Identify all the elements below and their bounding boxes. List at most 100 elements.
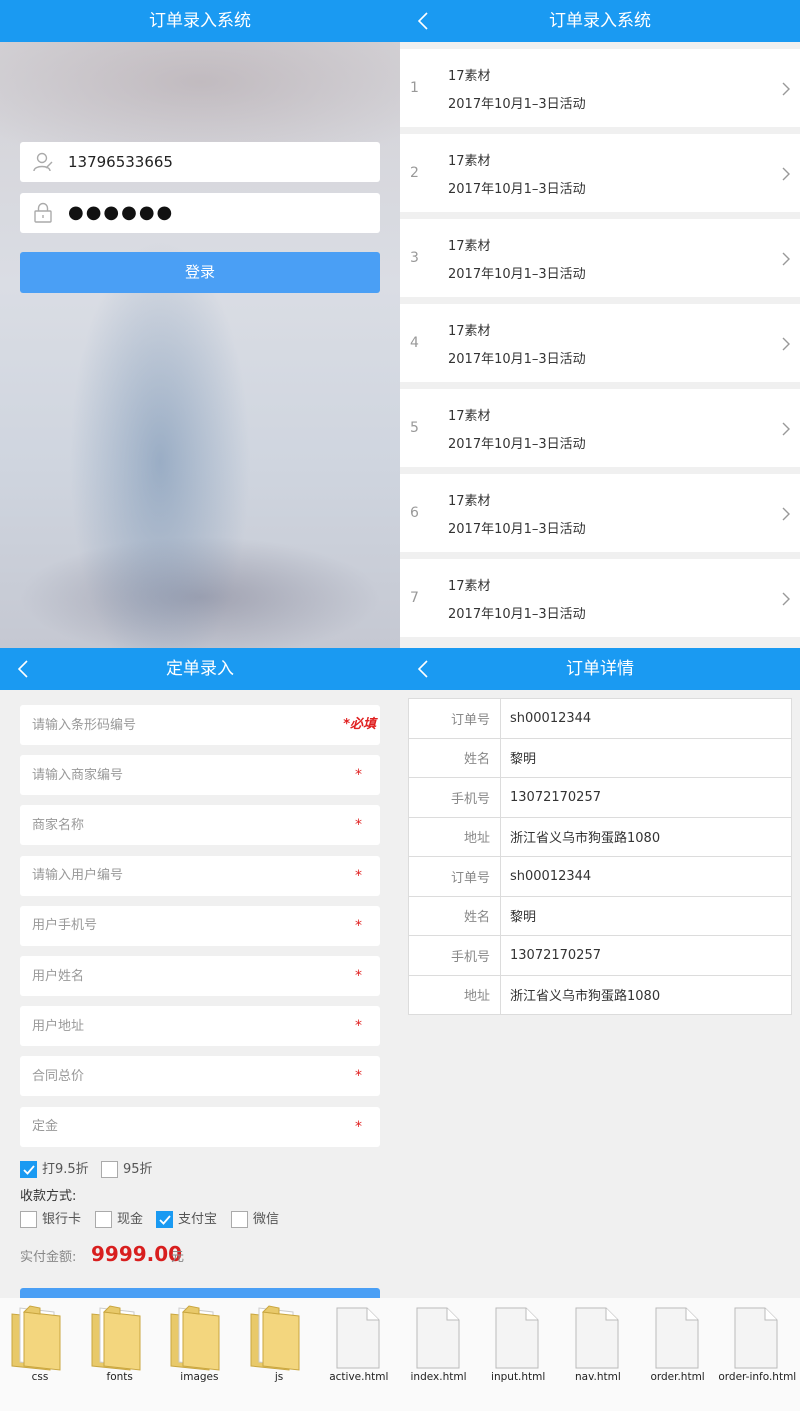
file-icon xyxy=(488,1304,544,1376)
required-mark: * xyxy=(355,1118,362,1135)
discount-95off-checkbox[interactable] xyxy=(101,1161,118,1178)
chevron-right-icon xyxy=(782,506,790,525)
row-key: 姓名 xyxy=(408,737,501,778)
row-key: 手机号 xyxy=(408,935,501,976)
row-key: 手机号 xyxy=(408,777,501,818)
form-input[interactable] xyxy=(20,1056,320,1097)
file-name: nav.html xyxy=(575,1371,621,1383)
amount-unit: 元 xyxy=(171,1250,185,1265)
file-item[interactable]: css xyxy=(0,1298,80,1411)
list-item[interactable]: 3 17素材 2017年10月1–3日活动 xyxy=(400,219,800,297)
pay-cash-label: 现金 xyxy=(117,1212,144,1227)
check-icon xyxy=(159,1215,171,1225)
form-input[interactable] xyxy=(20,705,320,745)
order-detail-screen: 订单详情 订单号 sh00012344 姓名 黎明 手机号 13072170257 地址 浙江… xyxy=(400,648,800,1411)
form-field: * xyxy=(20,1006,380,1047)
file-item[interactable]: active.html xyxy=(319,1298,399,1411)
list-item[interactable]: 5 17素材 2017年10月1–3日活动 xyxy=(400,389,800,467)
list-item[interactable]: 2 17素材 2017年10月1–3日活动 xyxy=(400,134,800,212)
pay-bank-card-checkbox[interactable] xyxy=(20,1211,37,1228)
order-list-screen: 订单录入系统 1 17素材 2017年10月1–3日活动 2 17素材 2017年10月1… xyxy=(400,0,800,648)
form-input[interactable] xyxy=(20,855,320,896)
discount-95off-label: 95折 xyxy=(123,1162,153,1177)
pay-alipay-checkbox[interactable] xyxy=(156,1211,173,1228)
chevron-right-icon xyxy=(782,591,790,610)
row-value: 浙江省义乌市狗蛋路1080 xyxy=(500,974,792,1015)
row-value: 浙江省义乌市狗蛋路1080 xyxy=(500,816,792,857)
required-mark: *必填 xyxy=(343,717,376,732)
file-name: active.html xyxy=(329,1371,389,1383)
chevron-right-icon xyxy=(782,336,790,355)
row-key: 地址 xyxy=(408,816,501,857)
list-item-number: 5 xyxy=(410,420,419,436)
list-item-number: 6 xyxy=(410,505,419,521)
file-name: css xyxy=(31,1371,49,1383)
form-field: *必填 xyxy=(20,705,380,745)
file-browser-strip: css fonts images js active.html index.html inp… xyxy=(0,1298,800,1411)
file-item[interactable]: js xyxy=(239,1298,319,1411)
file-name: input.html xyxy=(491,1371,546,1383)
row-key: 姓名 xyxy=(408,895,501,936)
row-value: 黎明 xyxy=(500,737,792,778)
discount-95-checkbox[interactable] xyxy=(20,1161,37,1178)
form-input[interactable] xyxy=(20,1006,320,1047)
pay-cash-checkbox[interactable] xyxy=(95,1211,112,1228)
chevron-right-icon xyxy=(782,166,790,185)
order-detail-table: 订单号 sh00012344 姓名 黎明 手机号 13072170257 地址 浙江省义乌市狗… xyxy=(408,698,792,1015)
form-input[interactable] xyxy=(20,755,320,796)
back-button[interactable] xyxy=(10,648,40,690)
chevron-left-icon xyxy=(18,660,28,678)
login-header: 订单录入系统 xyxy=(0,0,400,42)
amount-value: 9999.00 xyxy=(91,1242,183,1266)
list-item[interactable]: 7 17素材 2017年10月1–3日活动 xyxy=(400,559,800,637)
file-item[interactable]: fonts xyxy=(80,1298,160,1411)
table-row: 姓名 黎明 xyxy=(408,895,792,936)
file-name: js xyxy=(274,1371,284,1383)
list-item-number: 2 xyxy=(410,165,419,181)
file-item[interactable]: order.html xyxy=(638,1298,718,1411)
form-input[interactable] xyxy=(20,905,320,946)
list-item[interactable]: 1 17素材 2017年10月1–3日活动 xyxy=(400,49,800,127)
file-icon xyxy=(329,1304,385,1376)
table-row: 姓名 黎明 xyxy=(408,737,792,778)
form-field: * xyxy=(20,956,380,996)
form-input[interactable] xyxy=(20,1106,320,1147)
file-icon xyxy=(409,1304,465,1376)
list-item[interactable]: 4 17素材 2017年10月1–3日活动 xyxy=(400,304,800,382)
form-field: * xyxy=(20,1056,380,1097)
file-item[interactable]: images xyxy=(159,1298,239,1411)
file-item[interactable]: index.html xyxy=(399,1298,479,1411)
list-item-title: 17素材 xyxy=(448,409,491,424)
login-background xyxy=(0,42,400,648)
row-value: sh00012344 xyxy=(500,698,792,739)
folder-icon xyxy=(249,1304,305,1376)
folder-icon xyxy=(169,1304,225,1376)
back-button[interactable] xyxy=(410,648,440,690)
pay-wechat-checkbox[interactable] xyxy=(231,1211,248,1228)
table-row: 地址 浙江省义乌市狗蛋路1080 xyxy=(408,816,792,857)
input-title: 定单录入 xyxy=(166,659,234,679)
password-field[interactable]: ●●●●●● xyxy=(20,193,380,233)
form-input[interactable] xyxy=(20,956,320,996)
table-row: 地址 浙江省义乌市狗蛋路1080 xyxy=(408,974,792,1015)
login-title: 订单录入系统 xyxy=(149,11,251,31)
table-row: 订单号 sh00012344 xyxy=(408,856,792,897)
list-item[interactable]: 6 17素材 2017年10月1–3日活动 xyxy=(400,474,800,552)
file-item[interactable]: nav.html xyxy=(558,1298,638,1411)
login-button[interactable]: 登录 xyxy=(20,252,380,293)
form-field: * xyxy=(20,855,380,896)
file-item[interactable]: input.html xyxy=(478,1298,558,1411)
list-item-title: 17素材 xyxy=(448,69,491,84)
list-item-number: 4 xyxy=(410,335,419,351)
form-field: * xyxy=(20,755,380,796)
detail-title: 订单详情 xyxy=(566,659,634,679)
list-header: 订单录入系统 xyxy=(400,0,800,42)
folder-icon xyxy=(90,1304,146,1376)
back-button[interactable] xyxy=(410,0,440,42)
form-input[interactable] xyxy=(20,805,320,846)
list-item-subtitle: 2017年10月1–3日活动 xyxy=(448,352,586,367)
phone-field[interactable]: 13796533665 xyxy=(20,142,380,182)
file-item[interactable]: order-info.html xyxy=(717,1298,797,1411)
list-item-title: 17素材 xyxy=(448,154,491,169)
required-mark: * xyxy=(355,867,362,884)
